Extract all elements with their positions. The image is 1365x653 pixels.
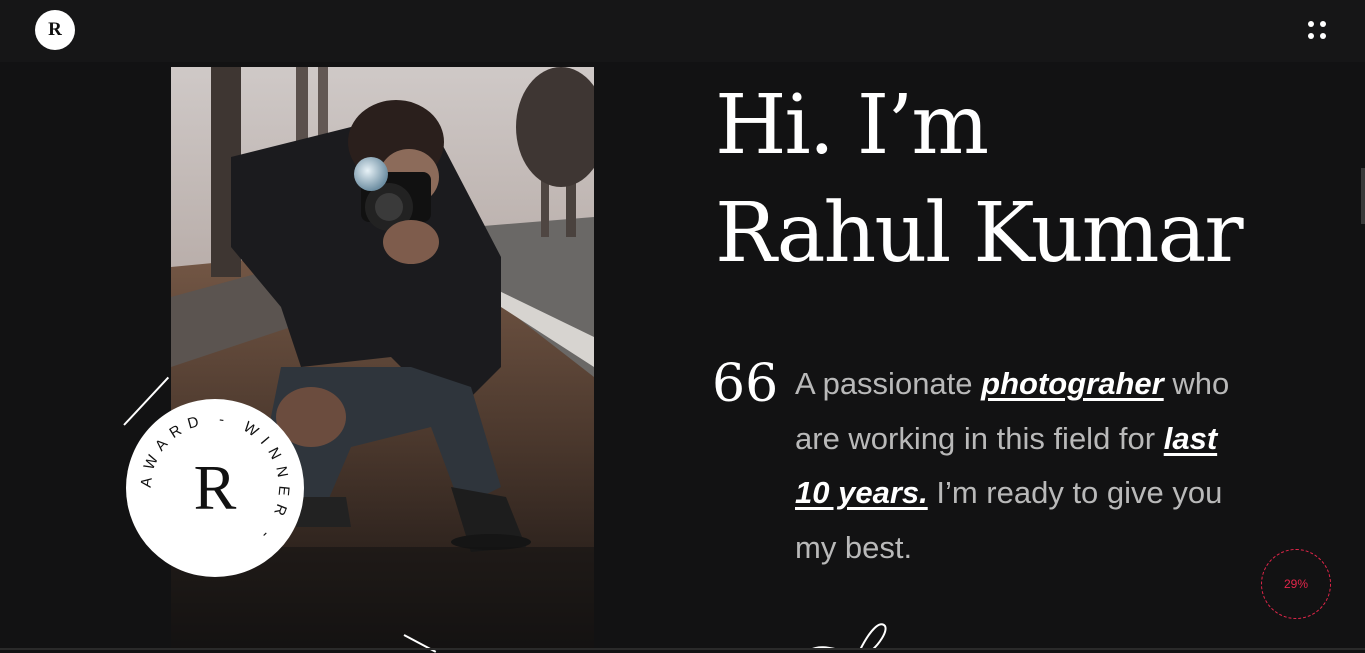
scroll-progress-indicator[interactable]: 29% xyxy=(1261,549,1331,619)
intro-text-part1: A passionate xyxy=(795,366,982,401)
award-winner-badge: AWARD - WINNER - R xyxy=(126,399,304,577)
hero-title: Hi. I’m Rahul Kumar xyxy=(715,72,1244,288)
hero-title-line2: Rahul Kumar xyxy=(715,186,1244,281)
photographer-link[interactable]: photograher xyxy=(981,366,1164,401)
grid-dots-icon[interactable] xyxy=(1305,18,1329,42)
top-navigation-bar: R xyxy=(0,0,1365,62)
signature-image xyxy=(809,623,887,650)
quote-mark-icon: 66 xyxy=(712,354,779,414)
badge-center-letter: R xyxy=(193,452,237,523)
scroll-progress-label: 29% xyxy=(1283,577,1309,591)
site-logo[interactable]: R xyxy=(35,10,75,50)
intro-text: A passionate photograher who are working… xyxy=(795,357,1235,575)
hero-title-line1: Hi. I’m xyxy=(715,78,989,173)
scrollbar-thumb[interactable] xyxy=(1361,168,1365,224)
